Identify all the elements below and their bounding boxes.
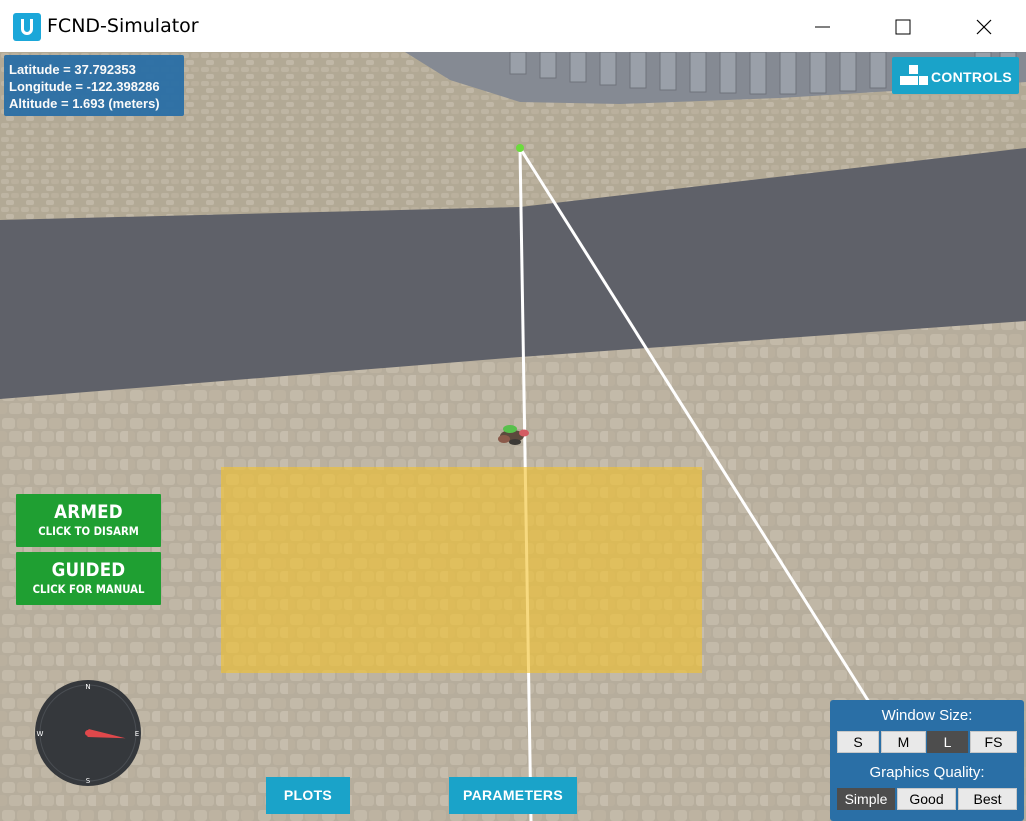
guided-button[interactable]: GUIDED CLICK FOR MANUAL bbox=[16, 552, 161, 605]
guided-title: GUIDED bbox=[51, 559, 126, 581]
minimize-icon bbox=[815, 26, 830, 28]
graphics-best[interactable]: Best bbox=[958, 788, 1017, 810]
window-size-s[interactable]: S bbox=[837, 731, 879, 753]
plots-button[interactable]: PLOTS bbox=[266, 777, 350, 814]
altitude-readout: Altitude = 1.693 (meters) bbox=[9, 96, 160, 111]
settings-panel: Window Size: S M L FS Graphics Quality: … bbox=[830, 700, 1024, 821]
waypoint-marker bbox=[516, 144, 524, 152]
guided-subtitle: CLICK FOR MANUAL bbox=[32, 582, 145, 596]
parameters-button[interactable]: PARAMETERS bbox=[449, 777, 577, 814]
window-size-fs[interactable]: FS bbox=[970, 731, 1017, 753]
compass-north: N bbox=[85, 683, 90, 691]
maximize-icon bbox=[895, 19, 911, 35]
longitude-readout: Longitude = -122.398286 bbox=[9, 79, 160, 94]
window-size-label: Window Size: bbox=[881, 707, 973, 724]
latitude-readout: Latitude = 37.792353 bbox=[9, 62, 136, 77]
window-title: FCND-Simulator bbox=[47, 15, 199, 37]
graphics-good[interactable]: Good bbox=[897, 788, 956, 810]
armed-button[interactable]: ARMED CLICK TO DISARM bbox=[16, 494, 161, 547]
graphics-simple[interactable]: Simple bbox=[837, 788, 895, 810]
minimize-button[interactable] bbox=[783, 0, 863, 52]
controls-label: CONTROLS bbox=[931, 69, 1012, 85]
maximize-button[interactable] bbox=[863, 0, 943, 52]
armed-subtitle: CLICK TO DISARM bbox=[38, 524, 139, 538]
telemetry-panel: Latitude = 37.792353 Longitude = -122.39… bbox=[4, 55, 184, 116]
window-size-l[interactable]: L bbox=[927, 731, 968, 753]
target-zone bbox=[221, 467, 702, 673]
window-title-bar: FCND-Simulator bbox=[0, 0, 1026, 52]
window-size-m[interactable]: M bbox=[881, 731, 926, 753]
graphics-quality-label: Graphics Quality: bbox=[869, 764, 985, 781]
armed-title: ARMED bbox=[54, 501, 123, 523]
compass-west: W bbox=[37, 730, 44, 738]
controls-button[interactable]: CONTROLS bbox=[892, 57, 1019, 94]
compass: N E S W bbox=[35, 680, 141, 786]
compass-south: S bbox=[86, 777, 91, 785]
compass-east: E bbox=[135, 730, 139, 738]
close-button[interactable] bbox=[944, 0, 1024, 52]
simulator-viewport[interactable]: Latitude = 37.792353 Longitude = -122.39… bbox=[0, 52, 1026, 821]
keyboard-keys-icon bbox=[900, 65, 928, 85]
close-icon bbox=[976, 19, 992, 35]
unity-u-icon bbox=[13, 13, 41, 41]
